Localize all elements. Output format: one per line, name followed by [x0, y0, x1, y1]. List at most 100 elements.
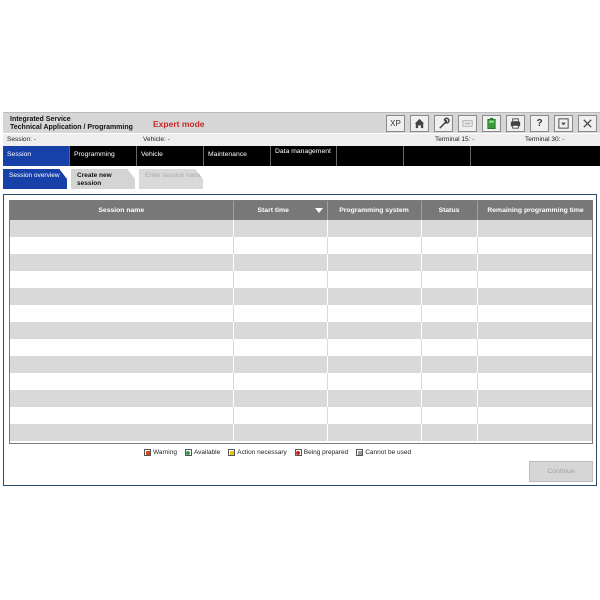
table-cell	[233, 390, 328, 407]
sub-tabs: Session overview Create new session Ente…	[3, 168, 600, 190]
mode-label: Expert mode	[153, 119, 205, 129]
minimize-button[interactable]	[554, 115, 573, 132]
status-bar: Session: - Vehicle: - Terminal 15: - Ter…	[3, 134, 600, 146]
column-header-start-time[interactable]: Start time	[233, 201, 328, 220]
table-cell	[421, 288, 478, 305]
table-cell	[10, 373, 234, 390]
table-cell	[421, 254, 478, 271]
legend-available: Available	[184, 449, 220, 456]
table-header-row: Session name Start time Programming syst…	[10, 201, 592, 220]
minimize-icon	[558, 118, 569, 129]
table-row[interactable]	[10, 390, 592, 407]
sort-descending-icon	[314, 208, 323, 213]
available-icon	[184, 449, 192, 456]
app-title-line2: Technical Application / Programming	[10, 124, 133, 131]
home-icon	[414, 118, 425, 129]
table-cell	[421, 220, 478, 237]
table-cell	[233, 254, 328, 271]
table-cell	[477, 254, 592, 271]
warning-icon	[144, 449, 151, 456]
continue-button[interactable]: Continue	[529, 461, 593, 482]
subtab-session-overview[interactable]: Session overview	[3, 169, 67, 189]
table-cell	[327, 407, 422, 424]
table-cell	[233, 373, 328, 390]
close-button[interactable]	[578, 115, 597, 132]
column-header-start-time-label: Start time	[257, 207, 289, 214]
table-cell	[10, 424, 234, 441]
tab-programming[interactable]: Programming	[70, 146, 137, 166]
print-button[interactable]	[506, 115, 525, 132]
xp-button[interactable]: XP	[386, 115, 405, 132]
column-header-session-name[interactable]: Session name	[10, 201, 234, 220]
table-cell	[233, 271, 328, 288]
table-row[interactable]	[10, 339, 592, 356]
table-body	[10, 220, 592, 441]
table-row[interactable]	[10, 373, 592, 390]
table-cell	[233, 424, 328, 441]
table-cell	[421, 271, 478, 288]
table-cell	[477, 305, 592, 322]
legend-being-prepared: Being prepared	[294, 449, 348, 456]
column-header-programming-system[interactable]: Programming system	[327, 201, 422, 220]
tab-maintenance[interactable]: Maintenance	[204, 146, 271, 166]
terminal15-status: Terminal 15: -	[435, 136, 475, 143]
tab-empty-1[interactable]	[337, 146, 404, 166]
table-row[interactable]	[10, 407, 592, 424]
table-cell	[233, 339, 328, 356]
table-cell	[233, 288, 328, 305]
session-status: Session: -	[7, 136, 36, 143]
table-cell	[327, 390, 422, 407]
column-header-status[interactable]: Status	[421, 201, 478, 220]
table-row[interactable]	[10, 220, 592, 237]
table-row[interactable]	[10, 424, 592, 441]
table-cell	[421, 407, 478, 424]
table-row[interactable]	[10, 305, 592, 322]
table-row[interactable]	[10, 356, 592, 373]
subtab-enter-session-name[interactable]: Enter session name	[139, 169, 203, 189]
table-cell	[233, 305, 328, 322]
tab-vehicle[interactable]: Vehicle	[137, 146, 204, 166]
wrench-icon	[439, 117, 450, 129]
table-row[interactable]	[10, 322, 592, 339]
table-cell	[10, 288, 234, 305]
table-cell	[477, 424, 592, 441]
table-cell	[477, 407, 592, 424]
tab-data-management[interactable]: Data management	[271, 146, 337, 166]
table-row[interactable]	[10, 254, 592, 271]
tab-empty-3[interactable]	[471, 146, 538, 166]
table-cell	[327, 339, 422, 356]
table-cell	[477, 220, 592, 237]
table-cell	[10, 322, 234, 339]
table-cell	[10, 305, 234, 322]
table-cell	[421, 390, 478, 407]
table-cell	[233, 322, 328, 339]
table-row[interactable]	[10, 237, 592, 254]
table-cell	[421, 305, 478, 322]
tab-empty-2[interactable]	[404, 146, 471, 166]
app-title-line1: Integrated Service	[10, 116, 71, 123]
status-legend: Warning Available Action necessary Being…	[144, 449, 411, 456]
card-icon	[462, 120, 473, 127]
table-cell	[477, 356, 592, 373]
table-row[interactable]	[10, 271, 592, 288]
help-button[interactable]: ?	[530, 115, 549, 132]
terminal30-status: Terminal 30: -	[525, 136, 565, 143]
table-cell	[10, 237, 234, 254]
table-cell	[10, 390, 234, 407]
tab-session[interactable]: Session	[3, 146, 70, 166]
being-prepared-icon	[294, 449, 302, 456]
subtab-create-new-session[interactable]: Create new session	[71, 169, 135, 189]
card-button[interactable]	[458, 115, 477, 132]
xp-icon: XP	[390, 119, 401, 128]
home-button[interactable]	[410, 115, 429, 132]
column-header-remaining-time[interactable]: Remaining programming time	[477, 201, 592, 220]
battery-button[interactable]	[482, 115, 501, 132]
table-cell	[10, 254, 234, 271]
help-icon: ?	[536, 118, 543, 129]
settings-button[interactable]	[434, 115, 453, 132]
table-cell	[477, 288, 592, 305]
legend-cannot-be-used-label: Cannot be used	[365, 449, 412, 456]
table-row[interactable]	[10, 288, 592, 305]
header-bar: Integrated Service Technical Application…	[3, 112, 600, 133]
table-cell	[233, 407, 328, 424]
